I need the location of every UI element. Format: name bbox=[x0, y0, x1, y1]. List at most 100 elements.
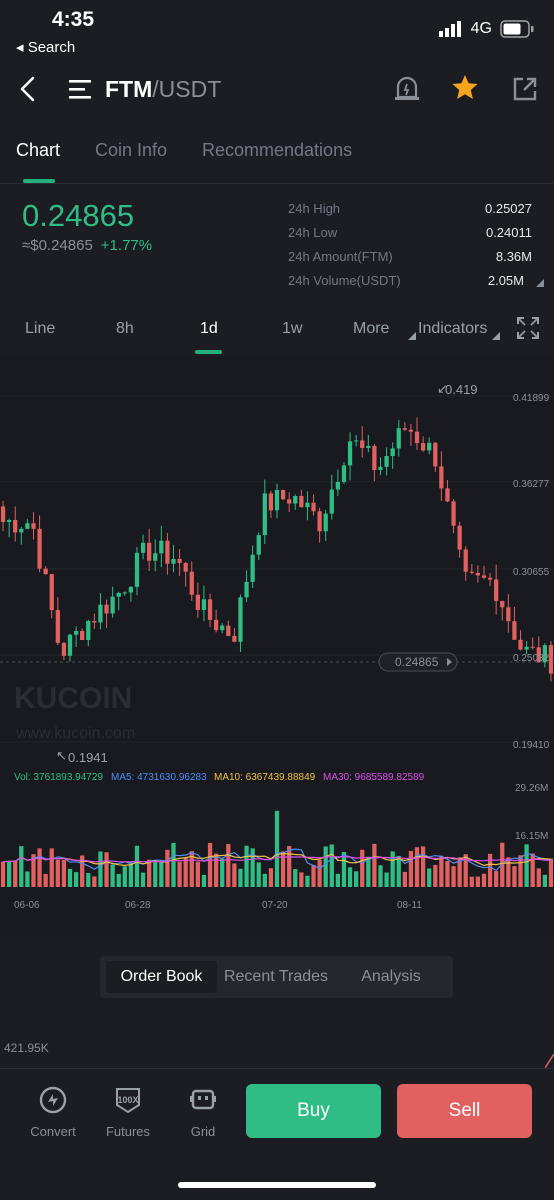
sell-button[interactable]: Sell bbox=[397, 1084, 532, 1138]
volume-bar bbox=[317, 859, 322, 887]
stat-value-24h-amount: 8.36M bbox=[495, 249, 532, 264]
volume-bar bbox=[226, 843, 231, 887]
home-indicator[interactable] bbox=[178, 1182, 376, 1188]
fullscreen-icon[interactable] bbox=[516, 316, 540, 340]
y-tick-3: 0.25032 bbox=[513, 653, 550, 664]
candle-body bbox=[177, 558, 182, 563]
volume-bar bbox=[13, 860, 18, 887]
candle-body bbox=[153, 553, 158, 561]
volume-bar bbox=[165, 849, 170, 887]
trading-pair-title[interactable]: FTM/USDT bbox=[105, 76, 221, 103]
indicators-button[interactable]: Indicators bbox=[418, 320, 487, 338]
volume-bar bbox=[481, 873, 487, 887]
volume-bar bbox=[469, 876, 474, 887]
candle-body bbox=[98, 604, 103, 623]
back-to-search-link[interactable]: ◂ Search bbox=[16, 38, 75, 56]
candle-body bbox=[104, 604, 109, 614]
volume-bar bbox=[207, 842, 213, 887]
candle-body bbox=[220, 625, 225, 631]
candle-body bbox=[341, 465, 347, 482]
price-chart-svg[interactable]: KUCOIN www.kucoin.com 0.24865 ↙ 0.419 ↖ … bbox=[0, 356, 554, 936]
candle-body bbox=[475, 572, 481, 576]
interval-1d[interactable]: 1d bbox=[200, 320, 218, 338]
candle-body bbox=[390, 448, 395, 457]
buy-button[interactable]: Buy bbox=[246, 1084, 381, 1138]
volume-bar bbox=[128, 861, 134, 887]
favorite-star-icon[interactable] bbox=[451, 74, 479, 101]
volume-unit-toggle-icon[interactable] bbox=[536, 279, 544, 287]
tab-coin-info[interactable]: Coin Info bbox=[95, 140, 167, 161]
more-dropdown-icon bbox=[408, 332, 416, 340]
nav-futures[interactable]: 100X Futures bbox=[98, 1085, 158, 1139]
volume-bar bbox=[378, 865, 383, 887]
volume-bar bbox=[19, 846, 24, 887]
stat-value-24h-volume: 2.05M bbox=[487, 273, 524, 288]
candle-body bbox=[433, 442, 438, 467]
pair-list-menu-icon[interactable] bbox=[69, 78, 93, 100]
candle-body bbox=[305, 502, 310, 508]
candle-body bbox=[86, 621, 91, 641]
volume-bar bbox=[134, 845, 140, 887]
candle-body bbox=[299, 495, 304, 508]
stat-label-24h-high: 24h High bbox=[288, 201, 341, 216]
volume-bar bbox=[195, 861, 200, 887]
candlestick-chart-area[interactable]: KUCOIN www.kucoin.com 0.24865 ↙ 0.419 ↖ … bbox=[0, 356, 554, 936]
candle-body bbox=[61, 642, 67, 656]
kucoin-watermark-url: www.kucoin.com bbox=[15, 725, 135, 742]
nav-grid[interactable]: Grid bbox=[173, 1085, 233, 1139]
volume-bar bbox=[49, 848, 54, 887]
volume-bar bbox=[354, 871, 359, 887]
tab-analysis[interactable]: Analysis bbox=[335, 961, 447, 993]
volume-bar bbox=[487, 853, 493, 887]
price-alert-icon[interactable] bbox=[394, 75, 420, 103]
nav-convert-label: Convert bbox=[30, 1124, 76, 1139]
x-tick-2: 07-20 bbox=[262, 900, 288, 911]
candle-body bbox=[500, 600, 505, 608]
nav-convert[interactable]: Convert bbox=[23, 1085, 83, 1139]
interval-more[interactable]: More bbox=[353, 320, 389, 338]
candle-body bbox=[530, 646, 535, 648]
volume-bar bbox=[159, 862, 164, 887]
candle-body bbox=[25, 523, 30, 529]
interval-8h[interactable]: 8h bbox=[116, 320, 134, 338]
candle-body bbox=[280, 490, 286, 500]
volume-bar bbox=[122, 866, 127, 887]
candle-body bbox=[451, 501, 456, 526]
x-tick-0: 06-06 bbox=[14, 900, 40, 911]
volume-bar bbox=[104, 852, 109, 887]
volume-bar bbox=[177, 861, 182, 887]
tab-order-book[interactable]: Order Book bbox=[106, 961, 217, 993]
tab-recommendations[interactable]: Recommendations bbox=[202, 140, 352, 161]
volume-bar bbox=[153, 861, 158, 887]
interval-line[interactable]: Line bbox=[25, 320, 55, 338]
nav-grid-label: Grid bbox=[190, 1124, 216, 1139]
candle-body bbox=[524, 646, 529, 650]
volume-bar bbox=[451, 866, 456, 887]
candle-body bbox=[366, 445, 371, 448]
tab-recent-trades[interactable]: Recent Trades bbox=[217, 961, 335, 993]
candle-body bbox=[122, 592, 127, 594]
candle-body bbox=[360, 440, 365, 448]
volume-bar bbox=[256, 862, 261, 887]
volume-bar bbox=[244, 845, 249, 887]
candle-body bbox=[457, 525, 462, 550]
candle-body bbox=[518, 639, 523, 650]
volume-bar bbox=[530, 853, 535, 887]
y-tick-2: 0.30655 bbox=[513, 567, 550, 578]
interval-1w[interactable]: 1w bbox=[282, 320, 302, 338]
volume-bar bbox=[293, 869, 298, 887]
volume-bar bbox=[347, 867, 353, 887]
candle-body bbox=[31, 523, 36, 529]
share-icon[interactable] bbox=[512, 76, 538, 102]
candle-body bbox=[55, 610, 60, 643]
tab-chart[interactable]: Chart bbox=[16, 140, 60, 161]
pair-quote: /USDT bbox=[152, 76, 222, 102]
depth-chart-edge bbox=[545, 1053, 554, 1068]
volume-bar bbox=[372, 843, 377, 887]
volume-bar bbox=[92, 876, 97, 887]
back-arrow-icon[interactable] bbox=[16, 76, 40, 102]
candle-body bbox=[73, 630, 79, 635]
vol-legend-ma10: MA10: 6367439.88849 bbox=[214, 772, 316, 783]
stat-value-24h-high: 0.25027 bbox=[485, 201, 532, 216]
volume-bar bbox=[274, 810, 280, 887]
